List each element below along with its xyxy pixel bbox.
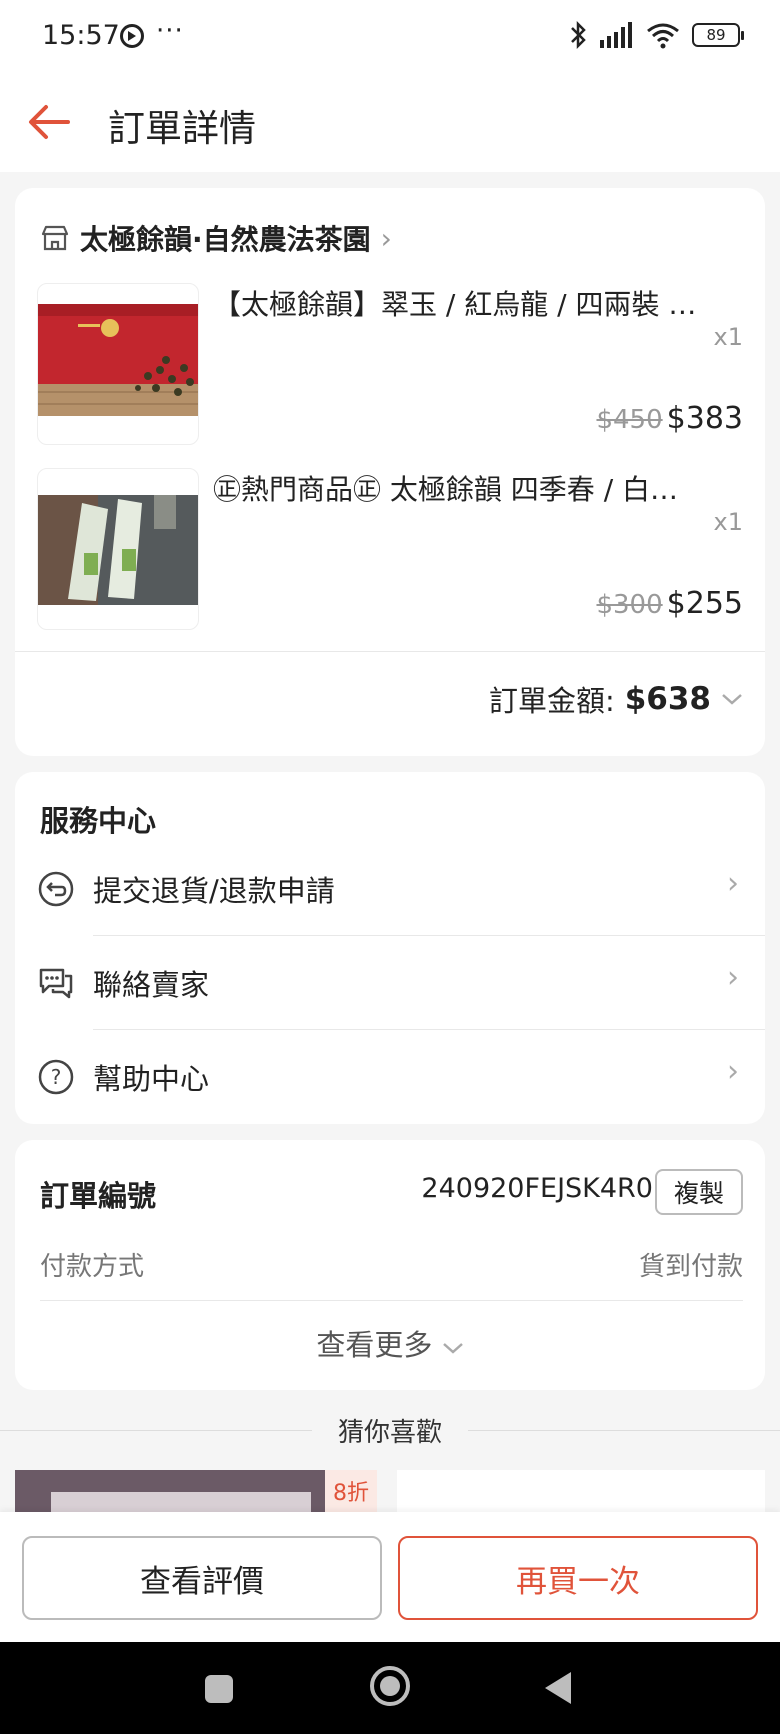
recommend-separator: 猜你喜歡 [0,1410,780,1450]
battery-level: 89 [706,26,726,44]
product-item[interactable]: 【太極餘韻】翠玉 / 紅烏龍 / 四兩裝 … x1 $450 $383 [37,283,743,445]
chat-icon [39,968,73,999]
sale-price: $383 [666,401,743,436]
order-total-label: 訂單金額: [488,684,615,718]
system-nav-bar [0,1642,780,1734]
service-center-title: 服務中心 [40,804,157,838]
service-center-card: 服務中心 提交退貨/退款申請 › 聯絡賣家 › ? 幫助中心 › [15,772,765,1124]
product-thumbnail [37,468,199,630]
see-more-button[interactable]: 查看更多 [15,1322,765,1364]
order-number-value: 240920FEJSK4R0 [421,1173,653,1204]
chevron-right-icon: › [727,866,739,901]
status-bar: 15:57 ··· 89 [0,0,780,72]
buy-again-button[interactable]: 再買一次 [398,1536,758,1620]
help-icon: ? [38,1059,74,1095]
order-number-label: 訂單編號 [40,1179,157,1213]
product-quantity: x1 [713,508,743,536]
divider [40,1300,743,1301]
status-more-dots: ··· [156,16,184,46]
page-title: 訂單詳情 [108,107,256,150]
bottom-action-bar: 查看評價 再買一次 [0,1512,780,1642]
return-icon [38,871,74,907]
recent-apps-icon[interactable] [205,1675,233,1703]
chevron-down-icon [722,694,742,705]
service-item-help-center[interactable]: ? 幫助中心 › [15,1030,765,1124]
product-price: $450 $383 [596,401,743,436]
svg-text:?: ? [51,1065,62,1089]
discount-badge: 8折 [325,1470,377,1512]
service-item-label: 提交退貨/退款申請 [93,874,335,908]
store-icon [41,225,69,251]
sale-price: $255 [666,586,743,621]
order-total-value: $638 [624,681,711,717]
see-more-label: 查看更多 [316,1328,433,1362]
bluetooth-icon [571,20,586,50]
product-quantity: x1 [713,323,743,351]
shop-link[interactable]: 太極餘韻·自然農法茶園 › [40,216,392,260]
service-item-label: 幫助中心 [93,1062,210,1096]
recommend-product-card[interactable] [397,1470,765,1512]
app-header: 訂單詳情 [0,72,780,172]
shop-name: 太極餘韻·自然農法茶園 [80,223,371,256]
divider [15,651,765,652]
product-title: 【太極餘韻】翠玉 / 紅烏龍 / 四兩裝 … [213,288,697,321]
recommend-list: 8折 [15,1470,765,1512]
chevron-right-icon: › [727,1054,739,1089]
chevron-right-icon: › [380,221,392,255]
product-price: $300 $255 [596,586,743,621]
copy-button[interactable]: 複製 [655,1169,743,1215]
back-icon[interactable] [545,1672,571,1704]
status-indicators: 89 [568,20,744,50]
status-time: 15:57 [42,20,120,51]
payment-method-label: 付款方式 [40,1252,145,1282]
order-card: 太極餘韻·自然農法茶園 › 【太極餘韻】翠玉 / 紅烏龍 / 四兩裝 … x1 … [15,188,765,756]
service-item-contact-seller[interactable]: 聯絡賣家 › [15,936,765,1030]
service-item-label: 聯絡賣家 [93,968,210,1002]
order-info-card: 訂單編號 240920FEJSK4R0 複製 付款方式 貨到付款 查看更多 [15,1140,765,1390]
chevron-down-icon [442,1343,463,1354]
product-thumbnail [37,283,199,445]
wifi-icon [647,23,679,49]
view-review-button[interactable]: 查看評價 [22,1536,382,1620]
original-price: $450 [596,405,663,435]
battery-icon: 89 [692,23,744,47]
screen-record-icon [120,24,144,48]
signal-icon [600,22,632,48]
original-price: $300 [596,590,663,620]
payment-method-value: 貨到付款 [638,1252,743,1282]
chevron-right-icon: › [727,960,739,995]
divider [468,1430,780,1431]
back-arrow-icon[interactable] [22,94,78,150]
home-icon[interactable] [370,1666,410,1706]
recommend-product-image[interactable] [15,1470,325,1512]
service-item-return-refund[interactable]: 提交退貨/退款申請 › [15,842,765,936]
product-item[interactable]: ㊣熱門商品㊣ 太極餘韻 四季春 / 白… x1 $300 $255 [37,468,743,630]
order-total[interactable]: 訂單金額: $638 [489,678,743,720]
product-title: ㊣熱門商品㊣ 太極餘韻 四季春 / 白… [213,473,679,506]
